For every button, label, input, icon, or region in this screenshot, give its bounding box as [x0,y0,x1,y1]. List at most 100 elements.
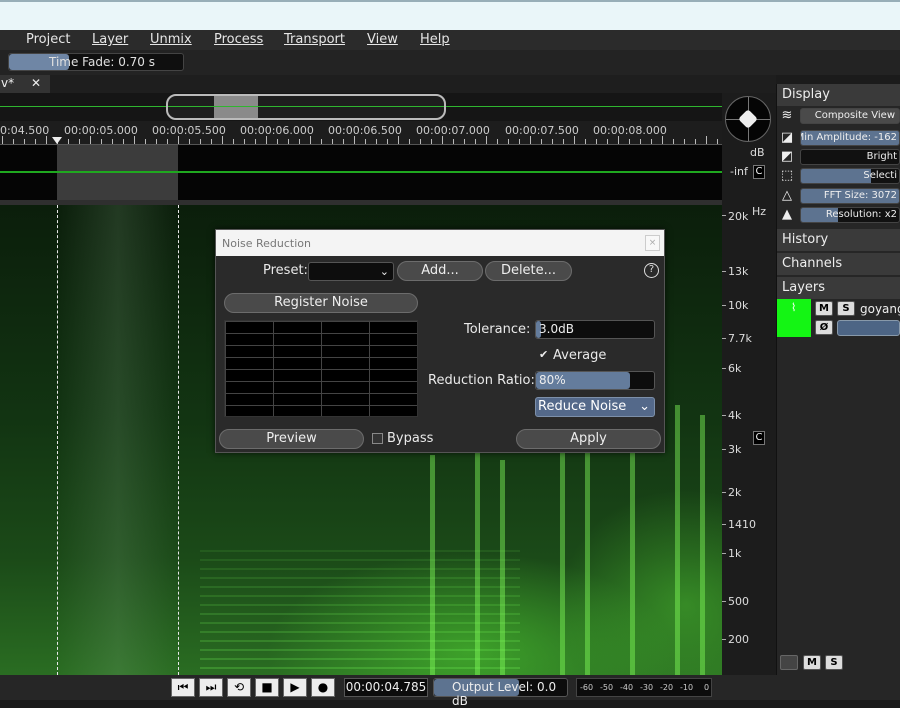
channel-c-button[interactable]: C [753,431,765,445]
average-checkbox[interactable]: ✔ [539,348,548,361]
selection-end-line[interactable] [178,205,179,675]
inf-label: -inf [730,165,748,178]
ruler-label: 00:00:06.500 [328,124,402,137]
layer-mute-button[interactable]: M [815,301,833,316]
menu-unmix-label: Unmix [150,32,192,47]
mode-dropdown[interactable]: Reduce Noise ⌄ [535,397,655,417]
preview-button[interactable]: Preview [219,429,364,449]
ruler-tick [574,136,575,144]
ruler-tick [167,139,168,144]
play-icon[interactable]: ▶ [283,678,307,697]
layer-solo-button[interactable]: S [837,301,855,316]
loop-icon[interactable]: ⟲ [227,678,251,697]
spectral-streak [675,405,680,675]
harmonic-band [200,631,520,633]
harmonic-band [200,604,520,606]
ruler-tick [409,139,410,144]
resolution-icon[interactable]: ▲ [779,207,795,223]
menu-transport[interactable]: Transport [284,32,345,47]
layer-volume-slider[interactable] [837,320,900,336]
ruler-tick [453,139,454,144]
skip-back-icon[interactable]: ⏮ [171,678,195,697]
min-amplitude-label: Min Amplitude: -162 [800,132,897,143]
stop-icon[interactable]: ■ [255,678,279,697]
global-solo-button[interactable]: S [825,655,843,670]
menu-layer[interactable]: Layer [92,32,128,47]
resolution-slider[interactable]: Resolution: x2 [800,207,900,223]
ruler-tick [563,139,564,144]
menu-process[interactable]: Process [214,32,263,47]
frequency-scale[interactable]: 20k Hz 13k 10k 7.7k 6k 4k 3k 2k 1410 1k … [722,205,776,675]
time-ruler[interactable]: 0:04.500 00:00:05.000 00:00:05.500 00:00… [0,121,722,145]
composite-view-select[interactable]: Composite View [800,108,900,124]
file-tab[interactable]: v* ✕ [0,75,50,93]
dialog-title-bar[interactable]: Noise Reduction [216,230,664,256]
tolerance-slider[interactable]: 3.0dB [535,320,655,339]
navigator-icon[interactable] [725,96,771,142]
hz-label: 200 [728,633,749,646]
ruler-tick [233,139,234,144]
record-icon[interactable]: ● [311,678,335,697]
output-level-slider[interactable]: Output Level: 0.0 dB [433,678,568,708]
playhead-marker-icon[interactable] [52,137,62,144]
menu-unmix[interactable]: Unmix [150,32,192,47]
harmonic-band [200,586,520,588]
ruler-tick [211,139,212,144]
help-icon[interactable]: ? [644,263,659,278]
hz-tick [722,524,726,525]
layer-thumbnail[interactable]: ⌇ [777,299,811,337]
layers-icon[interactable]: ≋ [779,108,795,124]
add-preset-button[interactable]: Add... [397,261,483,281]
time-fade-slider[interactable]: Time Fade: 0.70 s [8,53,184,71]
ruler-tick [596,139,597,144]
channels-panel-header[interactable]: Channels [777,253,900,275]
ruler-tick [68,139,69,144]
add-layer-button[interactable] [780,655,798,670]
harmonic-band [200,568,520,570]
display-panel-title: Display [782,87,830,102]
ruler-tick [343,139,344,144]
register-noise-button[interactable]: Register Noise [224,293,418,313]
delete-preset-button[interactable]: Delete... [485,261,572,281]
ruler-tick [541,139,542,144]
layer-phase-button[interactable]: Ø [815,320,833,335]
layer-name[interactable]: goyangy [860,302,900,316]
ruler-tick [222,136,223,144]
selection-opacity-slider[interactable]: Selecti [800,168,900,184]
min-amplitude-slider[interactable]: Min Amplitude: -162 [800,130,900,146]
amplitude-icon[interactable]: ◪ [779,130,795,146]
ruler-tick [431,139,432,144]
dialog-close-icon[interactable]: × [645,235,660,251]
global-mute-button[interactable]: M [803,655,821,670]
selection-start-line[interactable] [57,205,58,675]
hz-label: 10k [728,299,749,312]
layers-panel-header[interactable]: Layers [777,277,900,299]
time-display[interactable]: 00:00:04.785 [344,678,428,697]
menu-help[interactable]: Help [420,32,450,47]
fft-size-slider[interactable]: FFT Size: 3072 [800,188,900,204]
display-panel-header[interactable]: Display [777,84,900,106]
waveform-view[interactable] [0,145,722,200]
fft-icon[interactable]: △ [779,188,795,204]
preset-dropdown[interactable]: ⌄ [308,262,394,281]
channel-c-button[interactable]: C [753,165,765,179]
menu-view[interactable]: View [367,32,398,47]
reduction-ratio-slider[interactable]: 80% [535,371,655,390]
ruler-tick [442,136,443,144]
hz-label: 1410 [728,518,756,531]
skip-forward-icon[interactable]: ⏭ [199,678,223,697]
reduction-ratio-value: 80% [539,373,566,387]
menu-project[interactable]: Project [26,32,70,47]
overview-view-window[interactable] [166,94,446,120]
brightness-slider[interactable]: Bright [800,149,900,165]
apply-button[interactable]: Apply [516,429,661,449]
ruler-tick [475,139,476,144]
selection-opacity-icon[interactable]: ⬚ [779,168,795,184]
hz-label: 4k [728,409,742,422]
close-tab-icon[interactable]: ✕ [31,76,41,90]
history-panel-header[interactable]: History [777,229,900,251]
bypass-checkbox[interactable] [372,433,383,444]
hz-label: 500 [728,595,749,608]
ruler-tick [717,139,718,144]
brightness-icon[interactable]: ◩ [779,149,795,165]
